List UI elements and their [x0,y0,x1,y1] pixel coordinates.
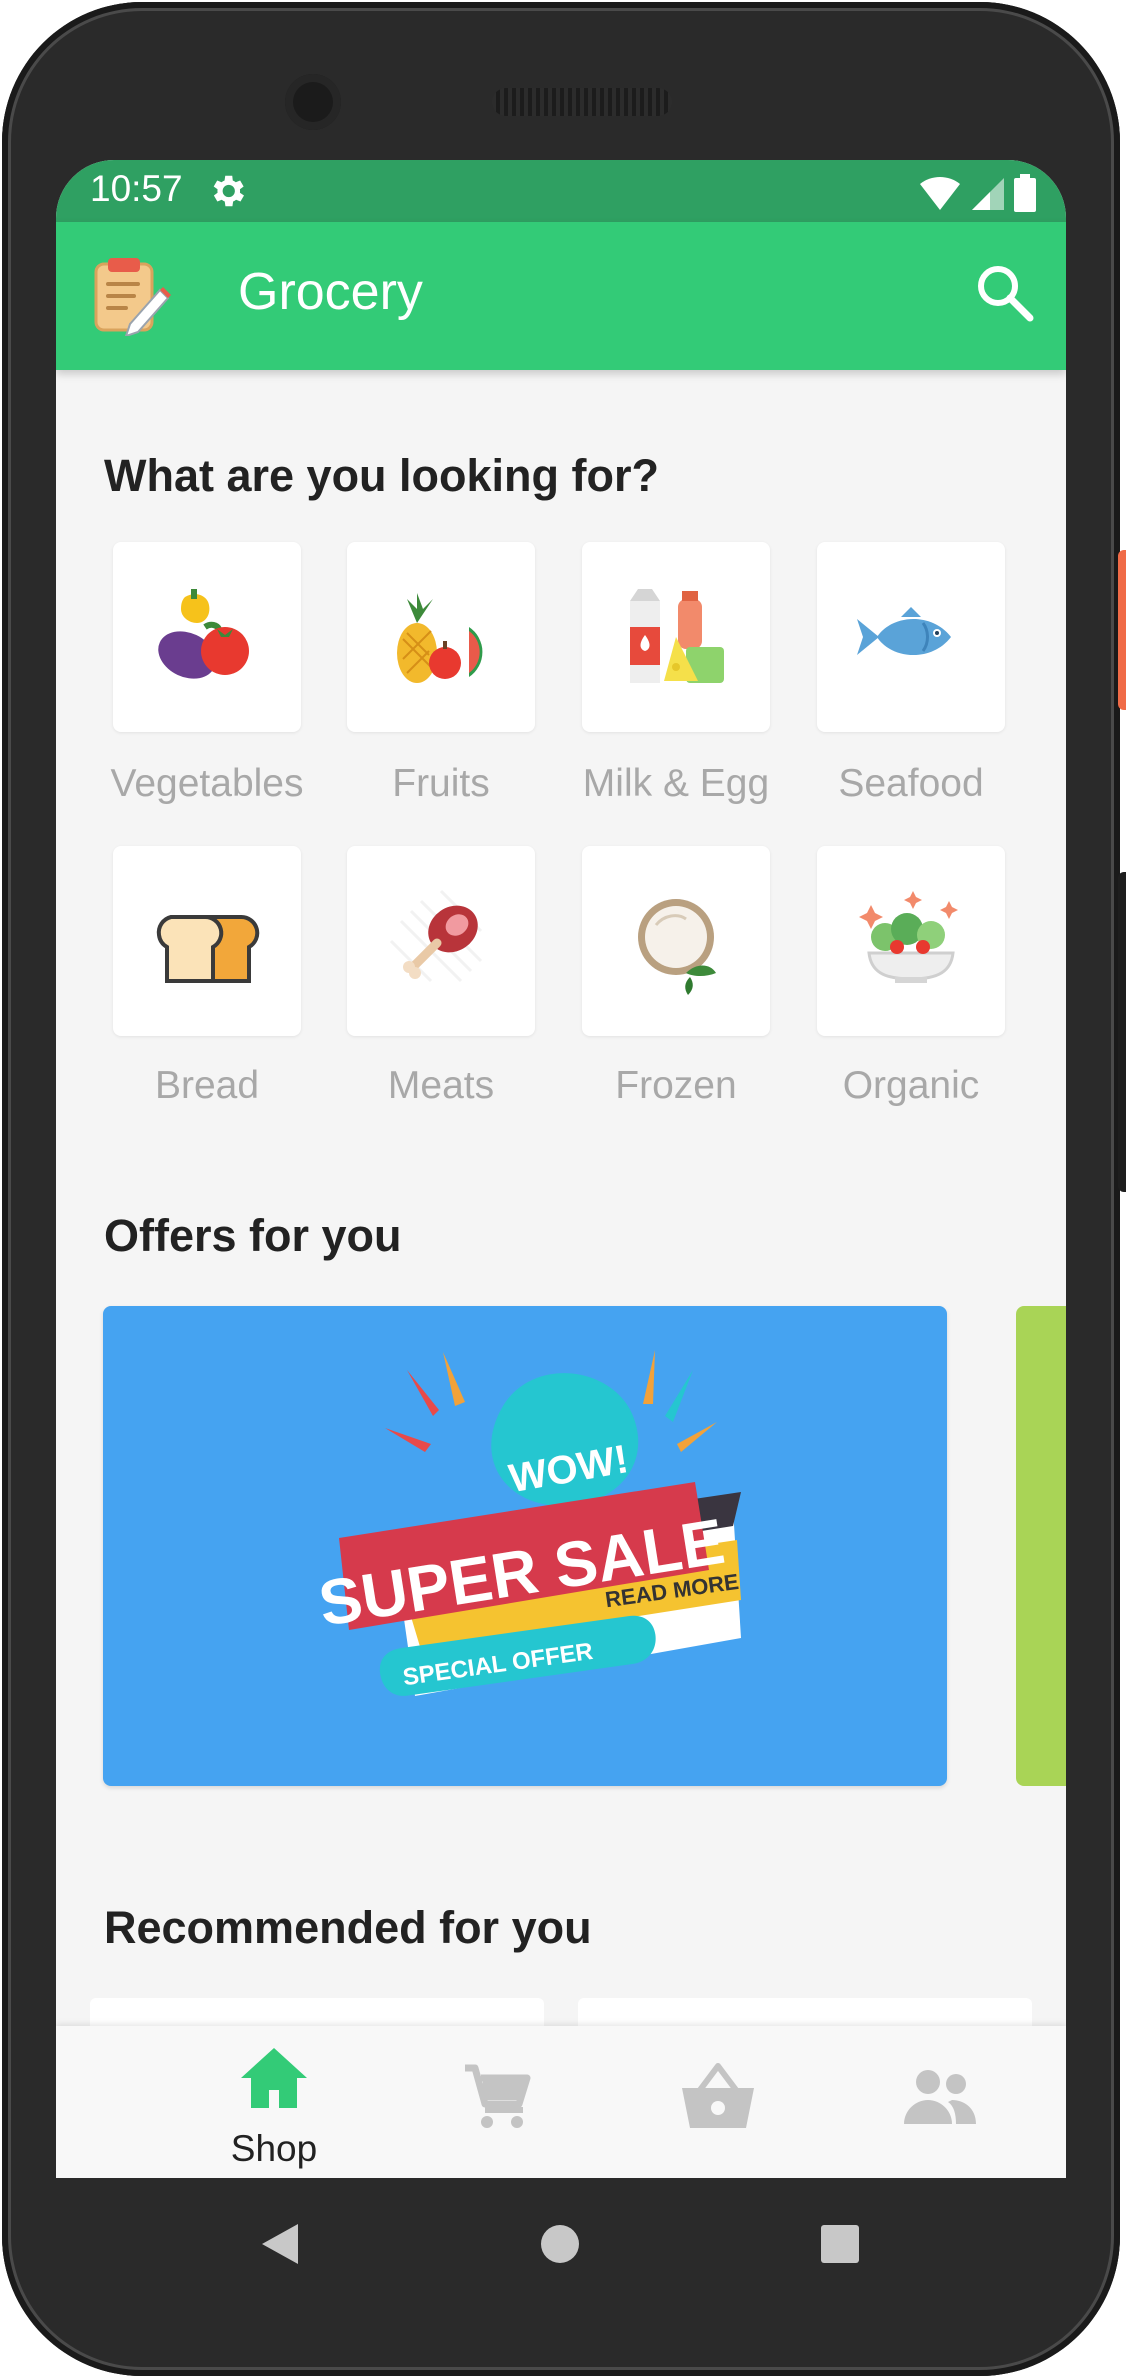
meats-icon [389,889,483,983]
offer-banner-next-peek[interactable] [1016,1306,1066,1786]
fruits-icon [397,593,483,683]
category-tile-bread[interactable] [113,846,301,1036]
app-bar: Grocery [56,222,1066,370]
notepad-logo-icon [94,258,171,336]
category-label-meats: Meats [387,1064,495,1107]
home-icon [241,2048,307,2108]
category-tile-milk-egg[interactable] [582,542,770,732]
app-screen: 10:57 Grocery What are you looking for? … [56,160,1066,2178]
volume-button [1118,872,1126,1192]
settings-gear-icon [213,175,244,207]
category-label-fruits: Fruits [392,762,490,805]
category-tile-organic[interactable] [817,846,1005,1036]
wifi-icon [920,176,960,210]
nav-item-shop[interactable]: Shop [148,2026,400,2178]
status-bar: 10:57 [56,160,1066,222]
status-icons [918,172,1036,212]
search-icon[interactable] [970,258,1040,328]
super-sale-illustration: WOW! READ MORE SUPER SALE SPECIAL OFFER [314,1350,741,1696]
earpiece-speaker [492,88,672,116]
offer-banner-super-sale[interactable]: WOW! READ MORE SUPER SALE SPECIAL OFFER [103,1306,947,1786]
status-time: 10:57 [90,168,183,209]
category-tile-vegetables[interactable] [113,542,301,732]
cart-icon [465,2064,531,2128]
category-tile-seafood[interactable] [817,542,1005,732]
nav-item-cart[interactable] [370,2026,622,2178]
bread-icon [156,914,260,983]
category-label-organic: Organic [842,1064,980,1107]
front-camera [285,74,341,130]
offers-heading: Offers for you [104,1210,402,1261]
organic-icon [859,891,958,983]
recents-square-icon[interactable] [820,2224,860,2264]
category-tile-meats[interactable] [347,846,535,1036]
frozen-icon [638,899,716,995]
category-label-milk-egg: Milk & Egg [582,762,770,805]
category-label-vegetables: Vegetables [110,762,304,805]
app-title: Grocery [238,263,423,321]
home-circle-icon[interactable] [540,2224,580,2264]
category-tile-frozen[interactable] [582,846,770,1036]
seafood-icon [857,607,951,656]
milk-egg-icon [630,589,724,683]
recommended-heading: Recommended for you [104,1902,592,1953]
power-button [1118,550,1126,710]
category-label-seafood: Seafood [838,762,984,805]
nav-item-account[interactable] [814,2026,1066,2178]
people-icon [904,2070,976,2124]
back-icon[interactable] [260,2222,300,2266]
categories-heading: What are you looking for? [104,450,660,501]
basket-icon [682,2063,754,2128]
system-navigation-bar [2,2178,1120,2298]
nav-item-basket[interactable] [592,2026,844,2178]
phone-frame: 10:57 Grocery What are you looking for? … [2,2,1126,2376]
bottom-navigation: Shop [56,2026,1066,2178]
category-label-frozen: Frozen [615,1064,737,1107]
vegetables-icon [158,589,249,679]
battery-icon [1014,174,1036,212]
category-label-bread: Bread [154,1064,260,1107]
nav-label-shop: Shop [230,2128,318,2169]
category-tile-fruits[interactable] [347,542,535,732]
signal-icon [972,178,1004,210]
